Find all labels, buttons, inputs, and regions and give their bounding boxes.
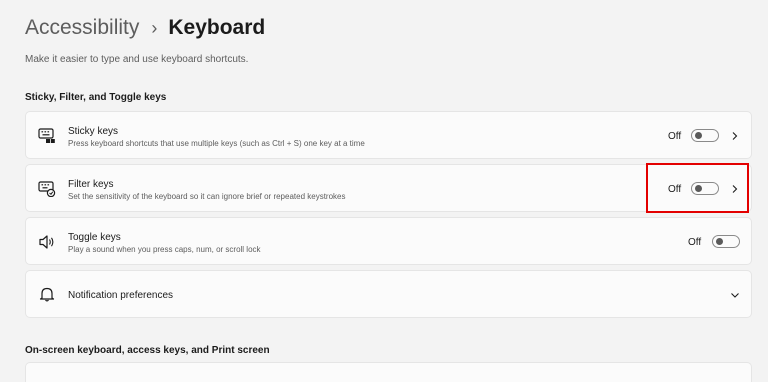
bell-icon bbox=[39, 287, 55, 302]
chevron-right-icon[interactable] bbox=[730, 131, 740, 141]
sticky-keys-description: Press keyboard shortcuts that use multip… bbox=[68, 139, 365, 148]
sticky-keys-toggle[interactable] bbox=[691, 129, 719, 142]
toggle-keys-card[interactable]: Toggle keys Play a sound when you press … bbox=[25, 217, 752, 265]
toggle-keys-description: Play a sound when you press caps, num, o… bbox=[68, 245, 261, 254]
sticky-keys-title: Sticky keys bbox=[68, 126, 119, 137]
toggle-keys-title: Toggle keys bbox=[68, 232, 121, 243]
sticky-keys-card[interactable]: Sticky keys Press keyboard shortcuts tha… bbox=[25, 111, 752, 159]
page-title: Keyboard bbox=[168, 16, 266, 39]
section-header-onscreen-keyboard: On-screen keyboard, access keys, and Pri… bbox=[25, 345, 270, 356]
sticky-keys-state: Off bbox=[668, 131, 682, 142]
section-header-sticky-filter-toggle: Sticky, Filter, and Toggle keys bbox=[25, 92, 167, 103]
filter-keys-icon bbox=[38, 181, 56, 197]
breadcrumb: Accessibility › Keyboard bbox=[25, 14, 265, 42]
chevron-down-icon[interactable] bbox=[730, 290, 740, 300]
toggle-keys-state: Off bbox=[688, 237, 702, 248]
page-description: Make it easier to type and use keyboard … bbox=[25, 54, 249, 65]
notification-preferences-card[interactable]: Notification preferences bbox=[25, 270, 752, 318]
breadcrumb-separator-icon: › bbox=[151, 17, 158, 38]
filter-keys-title: Filter keys bbox=[68, 179, 114, 190]
speaker-icon bbox=[39, 235, 54, 249]
filter-keys-card[interactable]: Filter keys Set the sensitivity of the k… bbox=[25, 164, 752, 212]
onscreen-keyboard-card[interactable] bbox=[25, 362, 752, 382]
notification-preferences-title: Notification preferences bbox=[68, 290, 174, 301]
breadcrumb-parent-accessibility[interactable]: Accessibility bbox=[25, 16, 139, 40]
toggle-keys-toggle[interactable] bbox=[712, 235, 740, 248]
highlight-box bbox=[646, 163, 749, 213]
filter-keys-description: Set the sensitivity of the keyboard so i… bbox=[68, 192, 346, 201]
sticky-keys-icon bbox=[38, 128, 55, 143]
